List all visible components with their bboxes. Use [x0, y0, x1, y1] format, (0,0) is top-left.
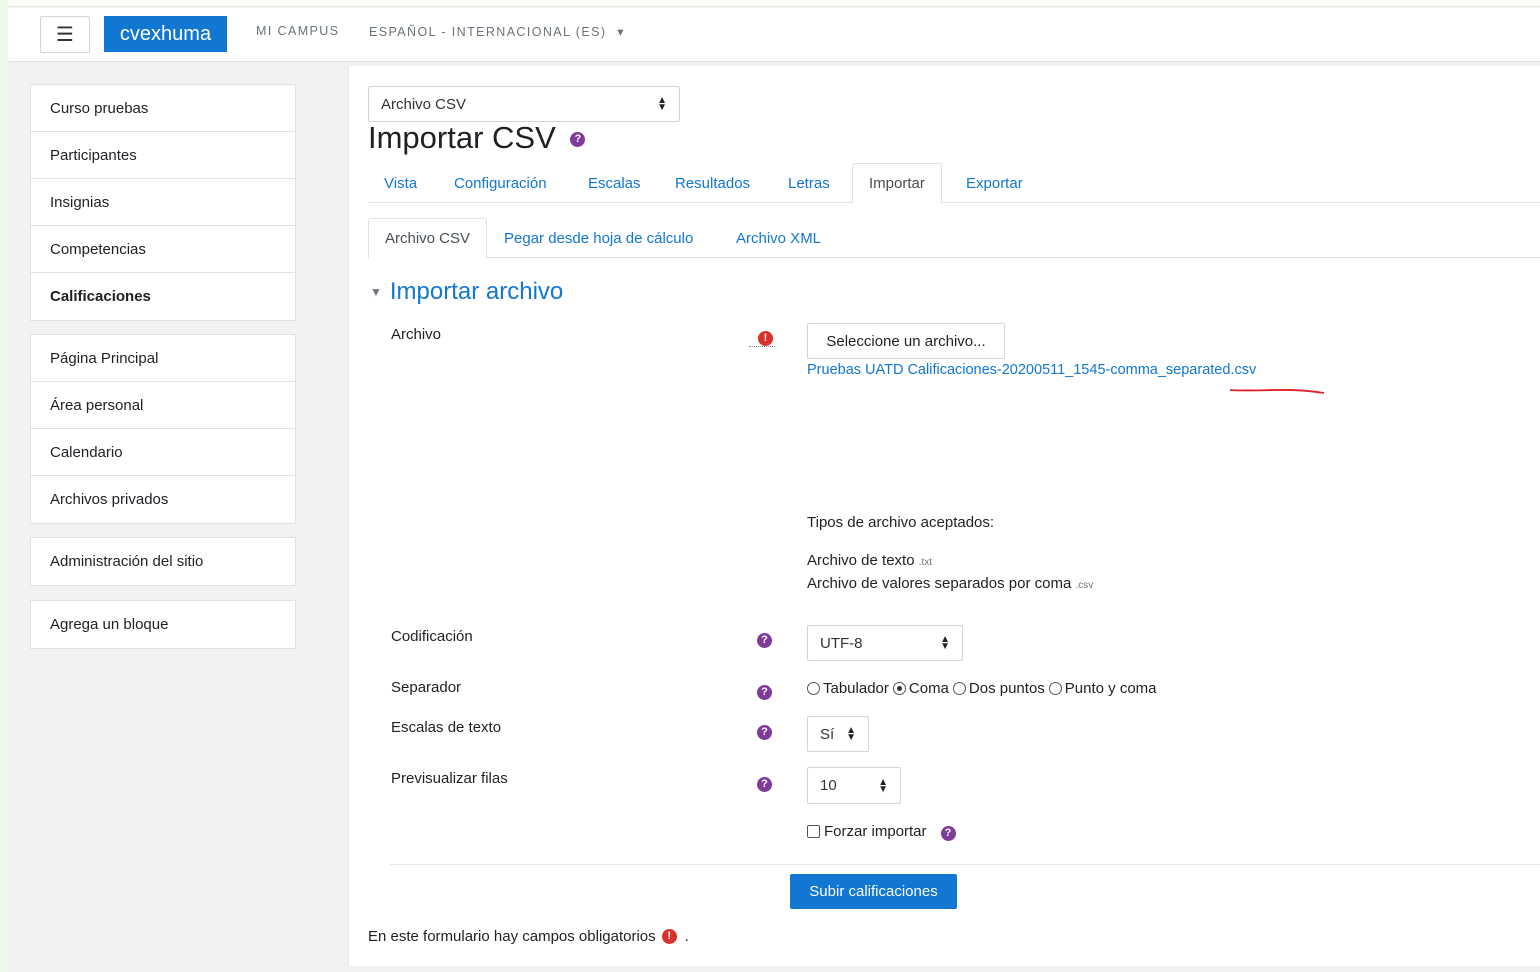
- tab-scales[interactable]: Escalas: [572, 163, 657, 203]
- force-import-label: Forzar importar: [824, 823, 927, 840]
- tab-view[interactable]: Vista: [368, 163, 433, 203]
- menu-toggle-button[interactable]: ☰: [40, 16, 90, 53]
- tab-setup[interactable]: Configuración: [438, 163, 563, 203]
- radio-semicolon-label: Punto y coma: [1064, 680, 1157, 697]
- import-file-section-header[interactable]: ▼ Importar archivo: [370, 278, 563, 306]
- preview-rows-value: 10: [820, 777, 837, 794]
- add-block-block: Agrega un bloque: [30, 600, 296, 649]
- subtab-csv[interactable]: Archivo CSV: [368, 218, 488, 259]
- sidebar-item-add-block[interactable]: Agrega un bloque: [31, 601, 295, 648]
- radio-colon[interactable]: [952, 682, 966, 695]
- select-caret-icon: ▲ ▼: [657, 95, 667, 113]
- subtab-paste[interactable]: Pegar desde hoja de cálculo: [488, 218, 709, 258]
- tab-export[interactable]: Exportar: [950, 163, 1039, 203]
- sidebar-item-grades[interactable]: Calificaciones: [31, 273, 295, 320]
- accepted-type-txt: Archivo de texto .txt: [807, 552, 932, 569]
- site-nav-block: Página Principal Área personal Calendari…: [30, 334, 296, 524]
- encoding-label: Codificación: [391, 628, 473, 645]
- handwritten-underline-annotation: [1229, 389, 1325, 394]
- admin-block: Administración del sitio: [30, 537, 296, 586]
- sidebar-item-private-files[interactable]: Archivos privados: [31, 476, 295, 523]
- sidebar-item-competencies[interactable]: Competencias: [31, 226, 295, 273]
- select-caret-icon: ▲ ▼: [940, 634, 950, 652]
- radio-semicolon[interactable]: [1048, 682, 1062, 695]
- accepted-type-txt-ext: .txt: [918, 557, 933, 568]
- accepted-type-csv: Archivo de valores separados por coma .c…: [807, 575, 1093, 592]
- language-menu[interactable]: ESPAÑOL - INTERNACIONAL (ES) ▾: [369, 24, 625, 39]
- radio-comma-label: Coma: [908, 680, 949, 697]
- sidebar-item-home[interactable]: Página Principal: [31, 335, 295, 382]
- file-label: Archivo: [391, 326, 442, 343]
- chevron-down-icon: ▾: [617, 25, 625, 39]
- choose-file-button[interactable]: Seleccione un archivo...: [807, 323, 1005, 359]
- window-top-edge: [8, 0, 1540, 7]
- radio-tab[interactable]: [807, 682, 820, 695]
- tab-letters[interactable]: Letras: [772, 163, 846, 203]
- sidebar-item-course[interactable]: Curso pruebas: [31, 85, 295, 132]
- selected-file-link[interactable]: Pruebas UATD Calificaciones-20200511_154…: [807, 362, 1256, 378]
- help-icon[interactable]: ?: [757, 631, 772, 648]
- radio-comma[interactable]: [892, 682, 906, 695]
- force-import-option: Forzar importar ?: [807, 822, 956, 841]
- preview-rows-label: Previsualizar filas: [391, 770, 508, 787]
- tab-outcomes[interactable]: Resultados: [659, 163, 766, 203]
- help-icon[interactable]: ?: [570, 132, 586, 148]
- import-subtabs: Archivo CSV Pegar desde hoja de cálculo …: [368, 218, 1540, 259]
- help-icon[interactable]: ?: [940, 826, 956, 841]
- required-icon: !: [758, 328, 773, 346]
- required-icon: !: [661, 929, 677, 944]
- accepted-types-title: Tipos de archivo aceptados:: [807, 514, 995, 531]
- upload-grades-button[interactable]: Subir calificaciones: [790, 874, 957, 909]
- subtab-xml[interactable]: Archivo XML: [720, 218, 837, 258]
- radio-tab-label: Tabulador: [823, 680, 889, 697]
- site-brand[interactable]: cvexhuma: [104, 16, 227, 52]
- form-divider: [390, 864, 1540, 865]
- page-title-text: Importar CSV: [368, 120, 556, 155]
- window-left-edge: [0, 0, 8, 972]
- language-menu-label: ESPAÑOL - INTERNACIONAL (ES): [369, 25, 607, 39]
- help-icon[interactable]: ?: [757, 775, 772, 792]
- collapse-triangle-icon: ▼: [370, 285, 382, 299]
- text-scales-value: Sí: [820, 725, 835, 743]
- select-caret-icon: ▲ ▼: [846, 725, 856, 743]
- accepted-type-csv-label: Archivo de valores separados por coma: [807, 575, 1072, 592]
- course-nav-block: Curso pruebas Participantes Insignias Co…: [30, 84, 296, 321]
- preview-rows-select[interactable]: 10 ▲ ▼: [807, 767, 901, 804]
- help-icon[interactable]: ?: [757, 683, 772, 700]
- sidebar-item-badges[interactable]: Insignias: [31, 179, 295, 226]
- hamburger-icon: ☰: [56, 24, 74, 46]
- select-caret-icon: ▲ ▼: [878, 776, 888, 795]
- import-type-select[interactable]: Archivo CSV ▲ ▼: [368, 86, 680, 122]
- accepted-type-csv-ext: .csv: [1075, 580, 1094, 591]
- import-type-value: Archivo CSV: [381, 95, 467, 113]
- tab-import[interactable]: Importar: [852, 163, 942, 204]
- my-campus-link[interactable]: MI CAMPUS: [256, 24, 339, 38]
- accepted-type-txt-label: Archivo de texto: [807, 552, 915, 569]
- top-navbar: ☰ cvexhuma MI CAMPUS ESPAÑOL - INTERNACI…: [8, 8, 1540, 62]
- sidebar-item-participants[interactable]: Participantes: [31, 132, 295, 179]
- text-scales-select[interactable]: Sí ▲ ▼: [807, 716, 869, 752]
- grade-tabs: Vista Configuración Escalas Resultados L…: [368, 163, 1540, 204]
- required-fields-note: En este formulario hay campos obligatori…: [368, 928, 689, 945]
- radio-colon-label: Dos puntos: [968, 680, 1045, 697]
- separator-label: Separador: [391, 679, 462, 696]
- help-icon[interactable]: ?: [757, 723, 772, 740]
- force-import-checkbox[interactable]: [807, 825, 820, 838]
- sidebar-item-site-admin[interactable]: Administración del sitio: [31, 538, 295, 585]
- sidebar-item-dashboard[interactable]: Área personal: [31, 382, 295, 429]
- page-title: Importar CSV ?: [368, 120, 586, 156]
- encoding-select[interactable]: UTF-8 ▲ ▼: [807, 625, 963, 661]
- sidebar-item-calendar[interactable]: Calendario: [31, 429, 295, 476]
- required-fields-note-end: .: [684, 928, 689, 945]
- encoding-value: UTF-8: [820, 634, 863, 652]
- section-title-text: Importar archivo: [389, 278, 564, 305]
- required-underline: [749, 346, 775, 347]
- text-scales-label: Escalas de texto: [391, 719, 502, 736]
- required-fields-note-text: En este formulario hay campos obligatori…: [368, 928, 656, 945]
- separator-radio-group: Tabulador Coma Dos puntos Punto y coma: [807, 680, 1161, 697]
